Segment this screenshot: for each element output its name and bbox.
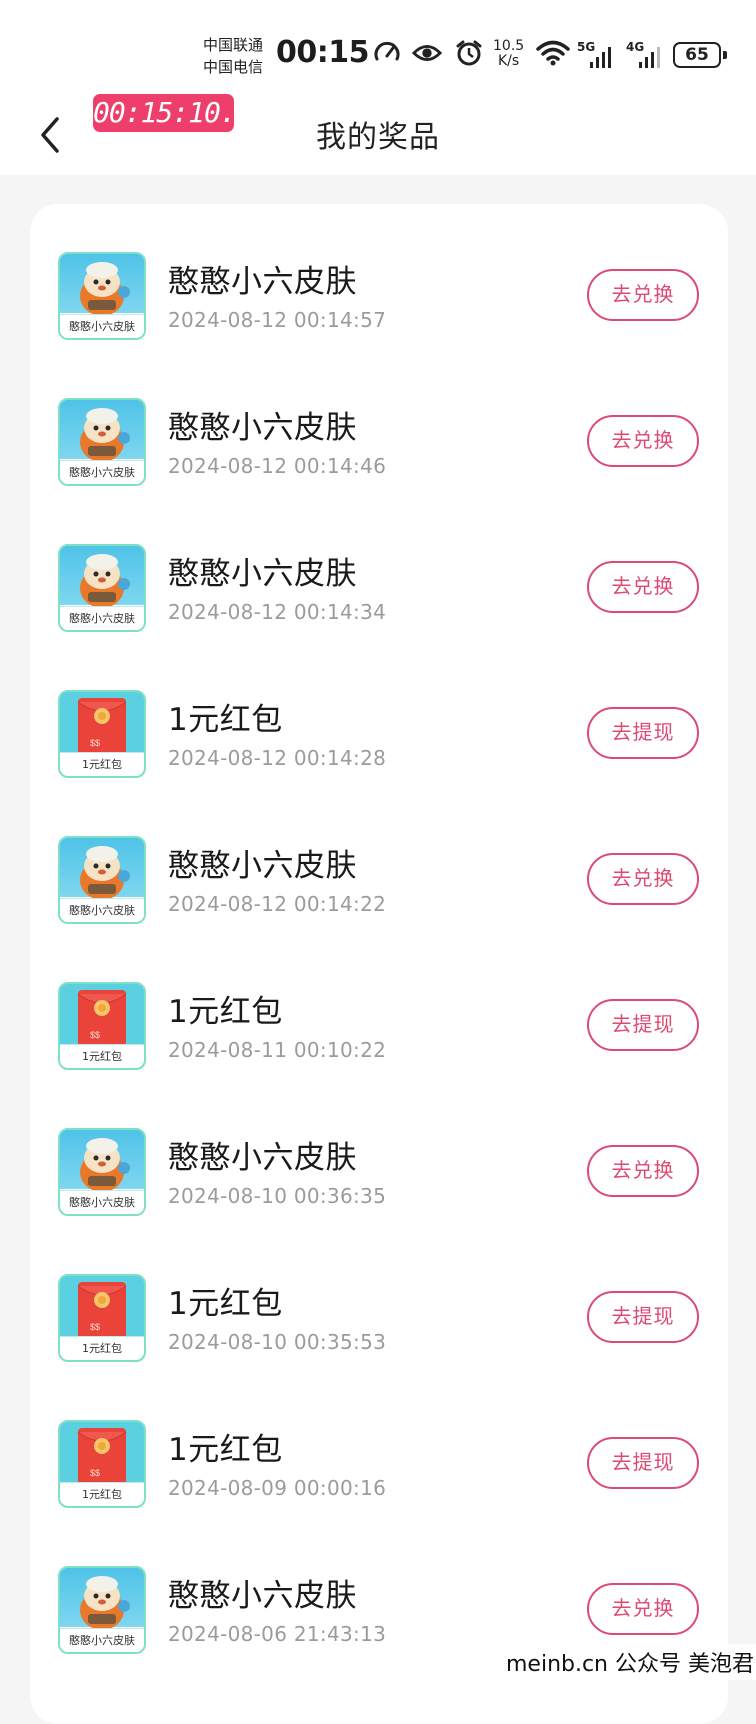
thumb-label: 憨憨小六皮肤 — [60, 1190, 144, 1214]
red-envelope-icon: $$ — [60, 694, 144, 756]
svg-text:$$: $$ — [90, 738, 100, 748]
prize-row: 憨憨小六皮肤 憨憨小六皮肤 2024-08-12 00:14:57 去兑换 — [30, 204, 728, 350]
prize-row: $$ 1元红包 1元红包 2024-08-11 00:10:22 去提现 — [30, 934, 728, 1080]
signal-1-icon — [586, 42, 616, 72]
signal-2-icon — [635, 42, 665, 72]
battery-indicator: 65 — [673, 42, 727, 68]
prize-title: 憨憨小六皮肤 — [168, 264, 357, 300]
prize-date: 2024-08-12 00:14:46 — [168, 454, 387, 478]
carrier-2: 中国电信 — [203, 58, 264, 76]
withdraw-button[interactable]: 去提现 — [587, 707, 699, 759]
thumb-label: 1元红包 — [60, 1482, 144, 1506]
prize-title: 1元红包 — [168, 1286, 283, 1322]
prize-date: 2024-08-11 00:10:22 — [168, 1038, 387, 1062]
skin-image: 憨憨小六皮肤 — [58, 1128, 146, 1216]
carrier-names: 中国联通 中国电信 — [203, 34, 263, 78]
net-speed: 10.5 K/s — [493, 39, 524, 69]
redeem-button[interactable]: 去兑换 — [587, 1145, 699, 1197]
wifi-icon — [535, 38, 571, 68]
top-bar: 中国联通 中国电信 00:15 10.5 K/s 5G 4G 65 00:15:… — [0, 0, 756, 175]
prize-title: 憨憨小六皮肤 — [168, 1140, 357, 1176]
prize-title: 1元红包 — [168, 702, 283, 738]
redeem-button[interactable]: 去兑换 — [587, 415, 699, 467]
prize-row: 憨憨小六皮肤 憨憨小六皮肤 2024-08-12 00:14:34 去兑换 — [30, 496, 728, 642]
red-packet-image: $$ 1元红包 — [58, 982, 146, 1070]
skin-image: 憨憨小六皮肤 — [58, 544, 146, 632]
prize-title: 1元红包 — [168, 1432, 283, 1468]
skin-image: 憨憨小六皮肤 — [58, 252, 146, 340]
prize-title: 憨憨小六皮肤 — [168, 410, 357, 446]
skin-image: 憨憨小六皮肤 — [58, 398, 146, 486]
prize-date: 2024-08-12 00:14:28 — [168, 746, 387, 770]
status-bar: 中国联通 中国电信 00:15 10.5 K/s 5G 4G 65 — [0, 0, 756, 90]
skin-image: 憨憨小六皮肤 — [58, 836, 146, 924]
thumb-label: 憨憨小六皮肤 — [60, 460, 144, 484]
redeem-button[interactable]: 去兑换 — [587, 1583, 699, 1635]
prize-row: 憨憨小六皮肤 憨憨小六皮肤 2024-08-12 00:14:22 去兑换 — [30, 788, 728, 934]
thumb-label: 1元红包 — [60, 1336, 144, 1360]
red-packet-image: $$ 1元红包 — [58, 1420, 146, 1508]
withdraw-button[interactable]: 去提现 — [587, 1291, 699, 1343]
svg-text:$$: $$ — [90, 1468, 100, 1478]
prize-title: 1元红包 — [168, 994, 283, 1030]
character-icon — [60, 1132, 144, 1194]
redeem-button[interactable]: 去兑换 — [587, 853, 699, 905]
thumb-label: 1元红包 — [60, 752, 144, 776]
prize-date: 2024-08-10 00:36:35 — [168, 1184, 387, 1208]
prize-row: $$ 1元红包 1元红包 2024-08-10 00:35:53 去提现 — [30, 1226, 728, 1372]
prize-date: 2024-08-06 21:43:13 — [168, 1622, 387, 1646]
character-icon — [60, 840, 144, 902]
net-speed-value: 10.5 — [493, 38, 525, 54]
prize-date: 2024-08-12 00:14:22 — [168, 892, 387, 916]
prize-date: 2024-08-09 00:00:16 — [168, 1476, 387, 1500]
watermark: meinb.cn 公众号 美泡君 — [497, 1644, 756, 1680]
red-envelope-icon: $$ — [60, 986, 144, 1048]
character-icon — [60, 548, 144, 610]
page-title: 我的奖品 — [316, 120, 440, 155]
prize-date: 2024-08-10 00:35:53 — [168, 1330, 387, 1354]
thumb-label: 1元红包 — [60, 1044, 144, 1068]
prize-date: 2024-08-12 00:14:57 — [168, 308, 387, 332]
skin-image: 憨憨小六皮肤 — [58, 1566, 146, 1654]
prize-row: 憨憨小六皮肤 憨憨小六皮肤 2024-08-10 00:36:35 去兑换 — [30, 1080, 728, 1226]
net-speed-unit: K/s — [497, 53, 520, 69]
character-icon — [60, 402, 144, 464]
prize-date: 2024-08-12 00:14:34 — [168, 600, 387, 624]
red-envelope-icon: $$ — [60, 1278, 144, 1340]
redeem-button[interactable]: 去兑换 — [587, 561, 699, 613]
prize-title: 憨憨小六皮肤 — [168, 556, 357, 592]
eye-icon — [412, 38, 442, 68]
svg-text:$$: $$ — [90, 1322, 100, 1332]
thumb-label: 憨憨小六皮肤 — [60, 898, 144, 922]
thumb-label: 憨憨小六皮肤 — [60, 606, 144, 630]
prize-title: 憨憨小六皮肤 — [168, 1578, 357, 1614]
prize-row: 憨憨小六皮肤 憨憨小六皮肤 2024-08-06 21:43:13 去兑换 — [30, 1518, 728, 1664]
prize-title: 憨憨小六皮肤 — [168, 848, 357, 884]
alarm-icon — [454, 38, 484, 68]
carrier-1: 中国联通 — [203, 36, 264, 54]
thumb-label: 憨憨小六皮肤 — [60, 1628, 144, 1652]
character-icon — [60, 1570, 144, 1632]
prize-row: 憨憨小六皮肤 憨憨小六皮肤 2024-08-12 00:14:46 去兑换 — [30, 350, 728, 496]
character-icon — [60, 256, 144, 318]
speedometer-icon — [372, 38, 402, 68]
red-packet-image: $$ 1元红包 — [58, 1274, 146, 1362]
red-packet-image: $$ 1元红包 — [58, 690, 146, 778]
redeem-button[interactable]: 去兑换 — [587, 269, 699, 321]
withdraw-button[interactable]: 去提现 — [587, 1437, 699, 1489]
withdraw-button[interactable]: 去提现 — [587, 999, 699, 1051]
thumb-label: 憨憨小六皮肤 — [60, 314, 144, 338]
prize-list: 憨憨小六皮肤 憨憨小六皮肤 2024-08-12 00:14:57 去兑换 憨憨小六皮肤… — [30, 204, 728, 1724]
status-clock: 00:15 — [276, 35, 370, 70]
red-envelope-icon: $$ — [60, 1424, 144, 1486]
prize-row: $$ 1元红包 1元红包 2024-08-09 00:00:16 去提现 — [30, 1372, 728, 1518]
svg-text:$$: $$ — [90, 1030, 100, 1040]
prize-row: $$ 1元红包 1元红包 2024-08-12 00:14:28 去提现 — [30, 642, 728, 788]
